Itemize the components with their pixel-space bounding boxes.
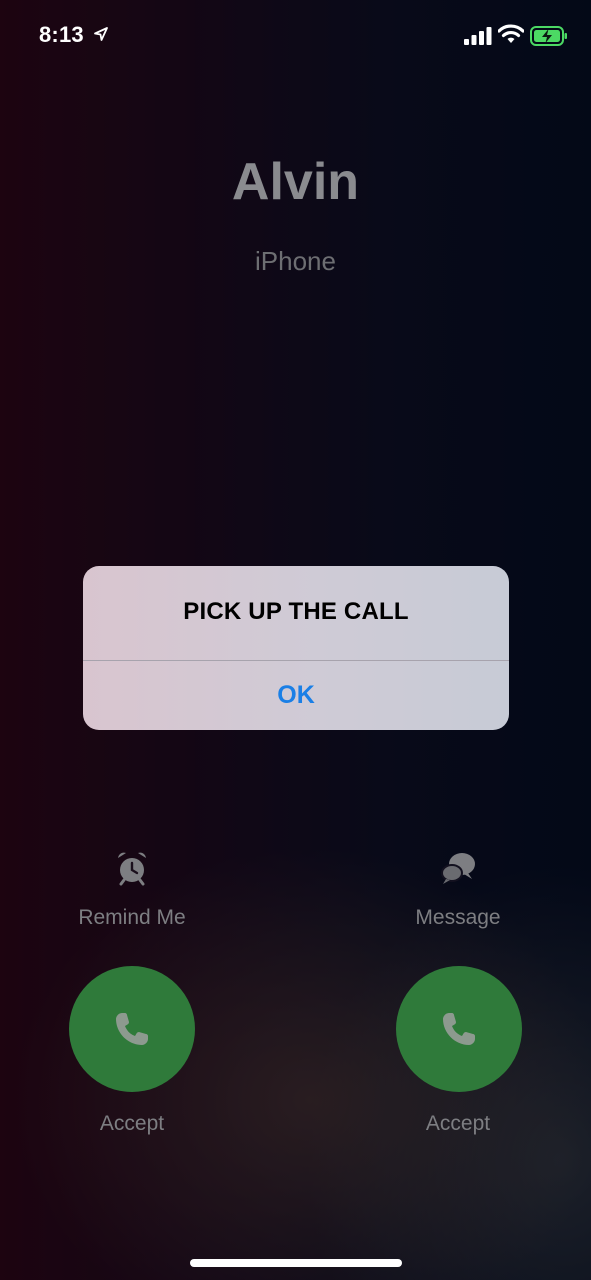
alert-dialog: PICK UP THE CALL OK — [83, 566, 509, 730]
ok-button[interactable]: OK — [83, 661, 509, 730]
phone-icon — [116, 1013, 148, 1045]
alarm-clock-icon — [118, 852, 146, 886]
accept-button-right[interactable] — [396, 966, 522, 1092]
message-button[interactable]: Message — [388, 848, 528, 930]
phone-icon — [443, 1013, 475, 1045]
caller-subtitle: iPhone — [255, 246, 336, 276]
wifi-icon — [498, 24, 524, 43]
message-bubbles-icon — [441, 853, 475, 884]
alert-title: PICK UP THE CALL — [183, 598, 409, 625]
remind-me-button[interactable]: Remind Me — [62, 848, 202, 930]
status-bar: 8:13 — [0, 0, 591, 70]
message-label: Message — [415, 906, 501, 929]
caller-name: Alvin — [231, 153, 360, 211]
remind-me-label: Remind Me — [78, 906, 186, 929]
home-indicator[interactable] — [190, 1259, 402, 1267]
accept-label-right: Accept — [425, 1112, 491, 1135]
status-time: 8:13 — [39, 22, 84, 47]
accept-button-left[interactable] — [69, 966, 195, 1092]
battery-charging-icon — [530, 26, 567, 46]
accept-label-left: Accept — [99, 1112, 165, 1135]
cellular-signal-icon — [464, 27, 492, 45]
location-arrow-icon — [94, 27, 108, 41]
